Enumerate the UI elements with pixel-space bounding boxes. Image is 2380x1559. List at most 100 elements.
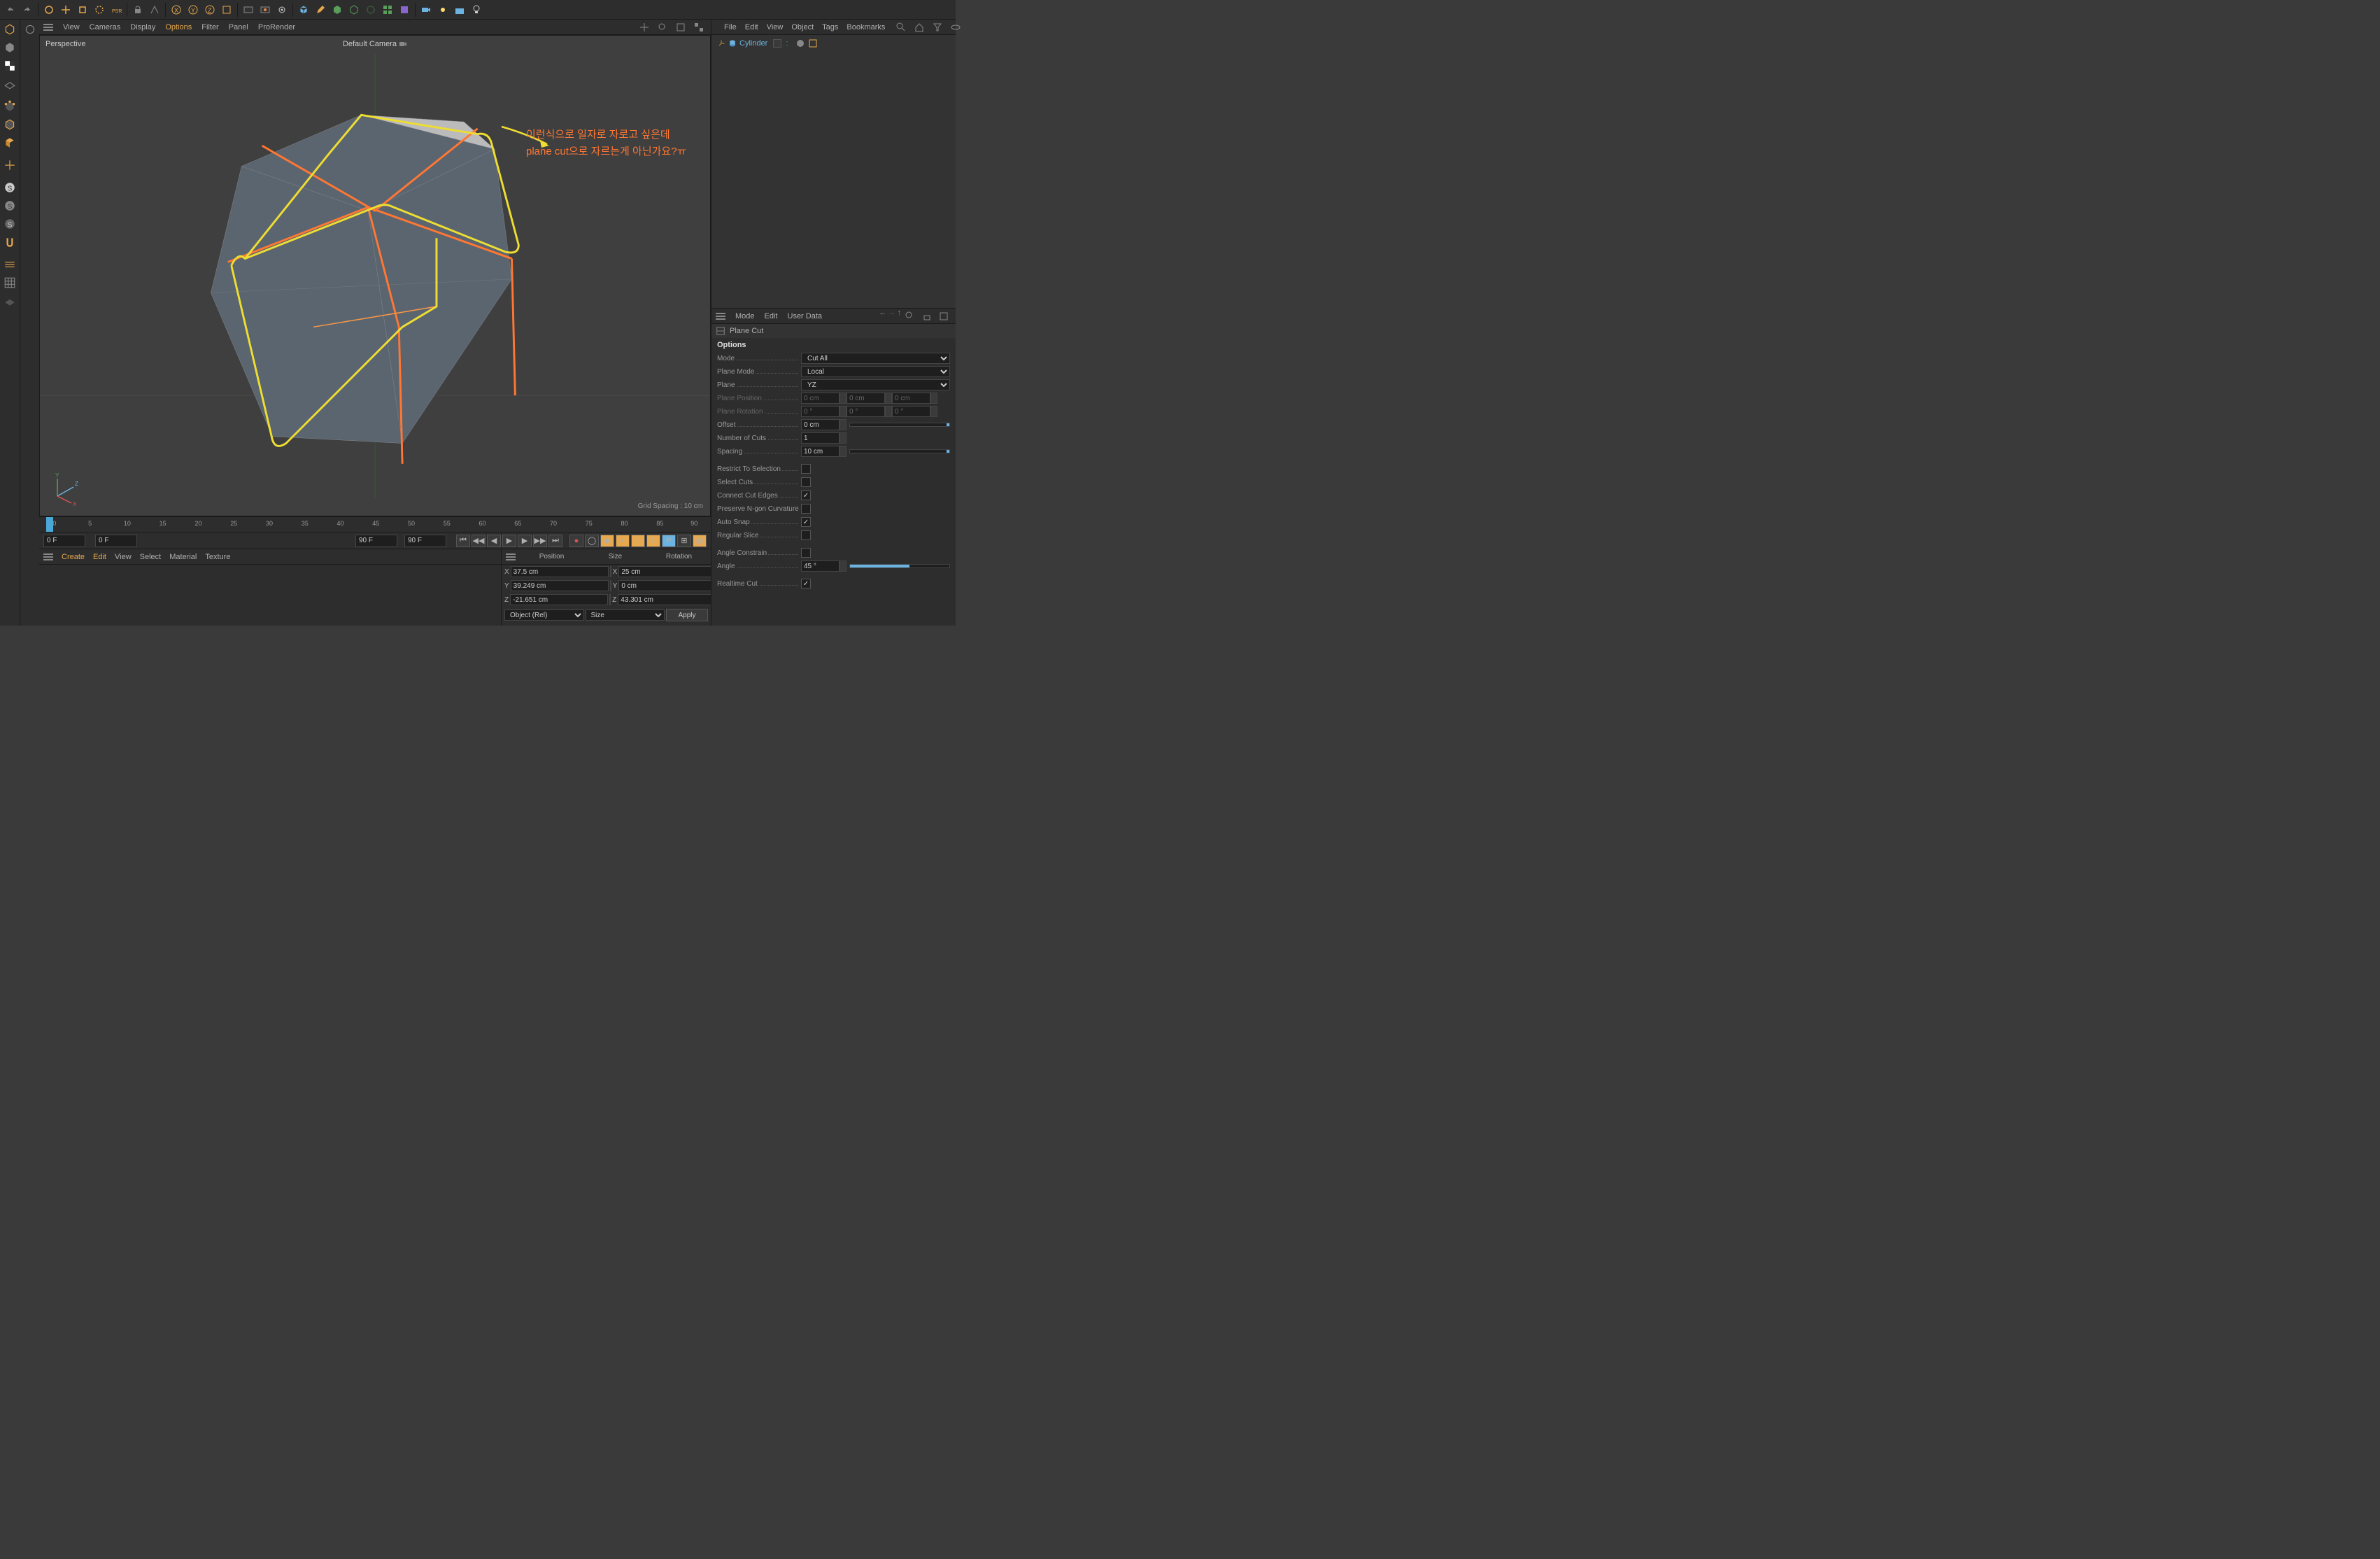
undo-icon[interactable] [3, 2, 18, 17]
scale-tool-icon[interactable] [75, 2, 90, 17]
new-window-icon[interactable] [936, 309, 951, 324]
autosnap-checkbox[interactable] [801, 517, 811, 527]
hamburger-icon[interactable] [43, 24, 53, 31]
viewport-3d[interactable]: Perspective Default Camera [39, 35, 711, 516]
timeline-end-field[interactable] [355, 535, 397, 547]
viewport-menu-display[interactable]: Display [130, 23, 155, 31]
make-editable-icon[interactable] [1, 21, 18, 38]
nav-up-icon[interactable]: ↑ [898, 309, 902, 324]
home-icon[interactable] [912, 20, 927, 35]
generator-icon[interactable] [346, 2, 362, 17]
autokey-icon[interactable]: ◯ [585, 535, 599, 547]
obj-menu-object[interactable]: Object [791, 23, 814, 31]
key-param-icon[interactable]: P [662, 535, 676, 547]
viewport-toggle-icon[interactable] [691, 20, 707, 35]
goto-start-icon[interactable]: ⏮ [456, 535, 470, 547]
key-pos-icon[interactable]: + [616, 535, 630, 547]
array-icon[interactable] [380, 2, 395, 17]
phong-tag-icon[interactable] [796, 39, 805, 48]
pen-icon[interactable] [313, 2, 328, 17]
tag-icon[interactable] [809, 39, 817, 48]
attr-menu-userdata[interactable]: User Data [788, 312, 823, 320]
obj-menu-bookmarks[interactable]: Bookmarks [847, 23, 885, 31]
material-menu-select[interactable]: Select [140, 553, 162, 561]
pos-y-input[interactable] [511, 580, 609, 591]
viewport-menu-prorender[interactable]: ProRender [258, 23, 295, 31]
angleconstrain-checkbox[interactable] [801, 548, 811, 558]
size-y-input[interactable] [618, 580, 716, 591]
keyframe-icon[interactable]: ◆ [600, 535, 614, 547]
nav-back-icon[interactable]: ← [879, 309, 887, 324]
obj-menu-edit[interactable]: Edit [745, 23, 758, 31]
search-icon[interactable] [902, 309, 918, 324]
obj-menu-tags[interactable]: Tags [822, 23, 838, 31]
apply-button[interactable]: Apply [666, 609, 708, 621]
enable-dot[interactable]: : [786, 39, 788, 48]
psr-tool-icon[interactable]: PSR [108, 2, 124, 17]
prev-frame-icon[interactable]: ◀ [487, 535, 501, 547]
obj-menu-view[interactable]: View [767, 23, 784, 31]
nurbs-icon[interactable] [330, 2, 345, 17]
key-scale-icon[interactable]: □ [631, 535, 645, 547]
render-region-icon[interactable] [257, 2, 273, 17]
visibility-toggle[interactable] [773, 39, 781, 48]
obj-menu-file[interactable]: File [724, 23, 737, 31]
model-mode-icon[interactable] [1, 39, 18, 56]
viewport-frame-icon[interactable] [673, 20, 688, 35]
key-rot-icon[interactable]: ↻ [646, 535, 660, 547]
object-mode-select[interactable]: Object (Rel) [504, 609, 584, 621]
workplane-snap-icon[interactable] [1, 256, 18, 273]
viewport-menu-panel[interactable]: Panel [229, 23, 248, 31]
material-menu-texture[interactable]: Texture [205, 553, 230, 561]
edges-mode-icon[interactable] [1, 116, 18, 133]
size-mode-select[interactable]: Size [586, 609, 665, 621]
grid-snap-icon[interactable] [1, 274, 18, 291]
render-icon[interactable] [241, 2, 256, 17]
locked-workplane-icon[interactable] [1, 292, 18, 309]
timeline-ruler[interactable]: 0 5 10 15 20 25 30 35 40 45 50 55 60 65 … [39, 516, 711, 532]
y-axis-icon[interactable]: Y [185, 2, 201, 17]
camera-icon[interactable] [418, 2, 434, 17]
material-menu-edit[interactable]: Edit [93, 553, 106, 561]
object-item-cylinder[interactable]: Cylinder : [714, 38, 953, 49]
select-tool-icon[interactable] [41, 2, 57, 17]
viewport-solo-icon[interactable]: S [1, 179, 18, 196]
attr-mode-select[interactable]: Cut All [801, 353, 950, 364]
pos-x-input[interactable] [511, 566, 609, 577]
nav-fwd-icon[interactable]: → [888, 309, 896, 324]
move-tool-icon[interactable] [58, 2, 73, 17]
viewport-menu-options[interactable]: Options [165, 23, 192, 31]
rotate-tool-icon[interactable] [92, 2, 107, 17]
viewport-nav-icon[interactable] [637, 20, 652, 35]
material-menu-create[interactable]: Create [62, 553, 85, 561]
eye-icon[interactable] [948, 20, 963, 35]
timeline-end2-field[interactable] [404, 535, 446, 547]
object-tree[interactable]: Cylinder : [711, 35, 956, 308]
redo-icon[interactable] [20, 2, 35, 17]
material-menu-view[interactable]: View [115, 553, 132, 561]
connect-checkbox[interactable] [801, 491, 811, 500]
workplane-icon[interactable] [1, 76, 18, 92]
attr-menu-edit[interactable]: Edit [765, 312, 778, 320]
goto-prev-key-icon[interactable]: ◀◀ [472, 535, 486, 547]
offset-slider[interactable] [849, 423, 950, 427]
material-menu-material[interactable]: Material [169, 553, 197, 561]
x-axis-icon[interactable]: X [169, 2, 184, 17]
world-icon[interactable] [219, 2, 234, 17]
spacing-slider[interactable] [849, 449, 950, 453]
points-mode-icon[interactable] [1, 98, 18, 115]
record-icon[interactable]: ● [569, 535, 583, 547]
polygons-mode-icon[interactable] [1, 134, 18, 151]
field-icon[interactable] [397, 2, 412, 17]
viewport-menu-filter[interactable]: Filter [201, 23, 218, 31]
viewport-solo-single-icon[interactable]: S [1, 216, 18, 232]
enable-axis-icon[interactable] [1, 157, 18, 174]
spacing-input[interactable] [801, 446, 840, 457]
texture-mode-icon[interactable] [1, 57, 18, 74]
coord-icon[interactable] [147, 2, 162, 17]
lock-icon[interactable] [919, 309, 935, 324]
angle-slider[interactable] [849, 564, 950, 568]
timeline-start-field[interactable] [43, 535, 85, 547]
hamburger-icon[interactable] [43, 553, 53, 560]
size-z-input[interactable] [618, 594, 716, 605]
